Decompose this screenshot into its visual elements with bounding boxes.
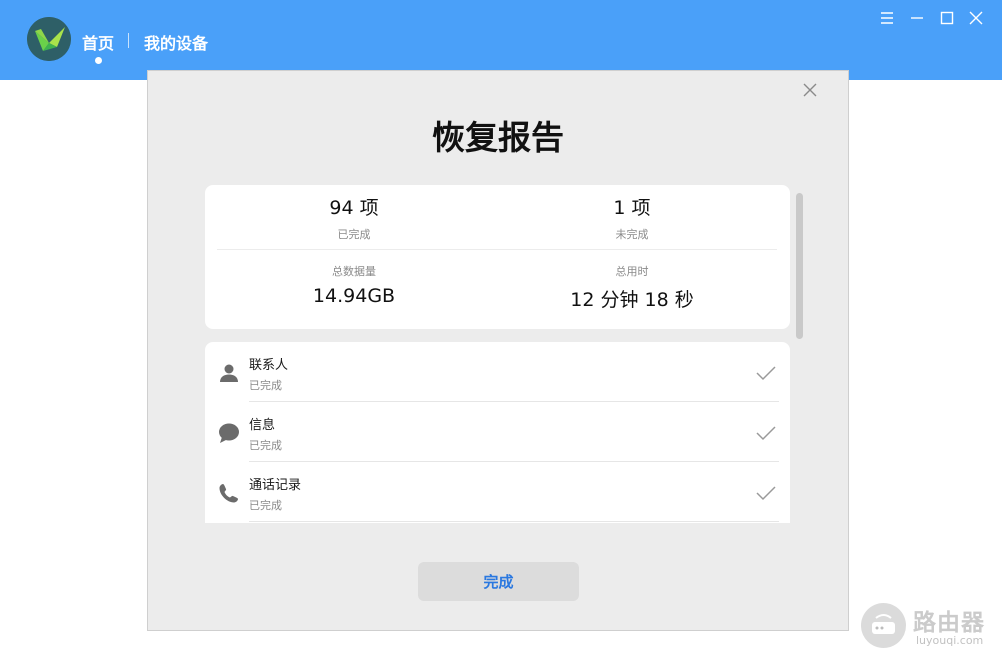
watermark-url: luyouqi.com bbox=[916, 634, 984, 647]
watermark-router-icon bbox=[861, 603, 906, 648]
completed-label: 已完成 bbox=[337, 228, 371, 241]
message-icon bbox=[218, 422, 240, 444]
person-icon bbox=[218, 362, 240, 384]
scrollbar-thumb[interactable] bbox=[796, 193, 803, 339]
item-name: 信息 bbox=[249, 418, 276, 433]
app-logo bbox=[27, 17, 71, 61]
dialog-close-icon[interactable] bbox=[801, 81, 819, 99]
check-icon bbox=[755, 365, 777, 381]
top-bar: 首页 我的设备 bbox=[0, 0, 1002, 80]
summary-divider bbox=[217, 249, 777, 250]
time-value: 12 分钟 18 秒 bbox=[570, 289, 694, 311]
completed-count: 94 项 bbox=[329, 197, 379, 219]
maximize-icon[interactable] bbox=[937, 8, 957, 28]
minimize-icon[interactable] bbox=[907, 8, 927, 28]
nav-divider bbox=[128, 33, 129, 48]
check-icon bbox=[755, 485, 777, 501]
data-size-value: 14.94GB bbox=[312, 285, 396, 307]
menu-icon[interactable] bbox=[877, 8, 897, 28]
item-divider bbox=[249, 521, 779, 522]
item-name: 联系人 bbox=[249, 358, 289, 373]
watermark-text: 路由器 bbox=[913, 610, 985, 636]
summary-card: 94 项 已完成 1 项 未完成 总数据量 14.94GB 总用时 12 分钟 … bbox=[205, 185, 790, 329]
incomplete-count: 1 项 bbox=[613, 197, 651, 219]
item-status: 已完成 bbox=[249, 499, 282, 512]
data-size-label: 总数据量 bbox=[332, 265, 376, 278]
active-tab-indicator bbox=[95, 57, 102, 64]
dialog-title: 恢复报告 bbox=[432, 118, 564, 157]
incomplete-label: 未完成 bbox=[615, 228, 649, 241]
nav-my-devices-tab[interactable]: 我的设备 bbox=[144, 30, 208, 54]
check-icon bbox=[755, 425, 777, 441]
list-item: 通话记录 已完成 bbox=[205, 462, 790, 522]
item-name: 通话记录 bbox=[249, 478, 302, 493]
item-status: 已完成 bbox=[249, 439, 282, 452]
close-icon[interactable] bbox=[966, 8, 986, 28]
recovery-item-list: 联系人 已完成 信息 已完成 通话记录 已完成 bbox=[205, 342, 790, 523]
nav-home-tab[interactable]: 首页 bbox=[82, 30, 114, 54]
recovery-report-dialog: 恢复报告 94 项 已完成 1 项 未完成 总数据量 14.94GB 总用时 1… bbox=[147, 70, 849, 631]
item-status: 已完成 bbox=[249, 379, 282, 392]
list-item: 信息 已完成 bbox=[205, 402, 790, 462]
list-item: 联系人 已完成 bbox=[205, 342, 790, 402]
phone-icon bbox=[218, 482, 240, 504]
done-button[interactable]: 完成 bbox=[418, 562, 579, 601]
time-label: 总用时 bbox=[615, 265, 649, 278]
